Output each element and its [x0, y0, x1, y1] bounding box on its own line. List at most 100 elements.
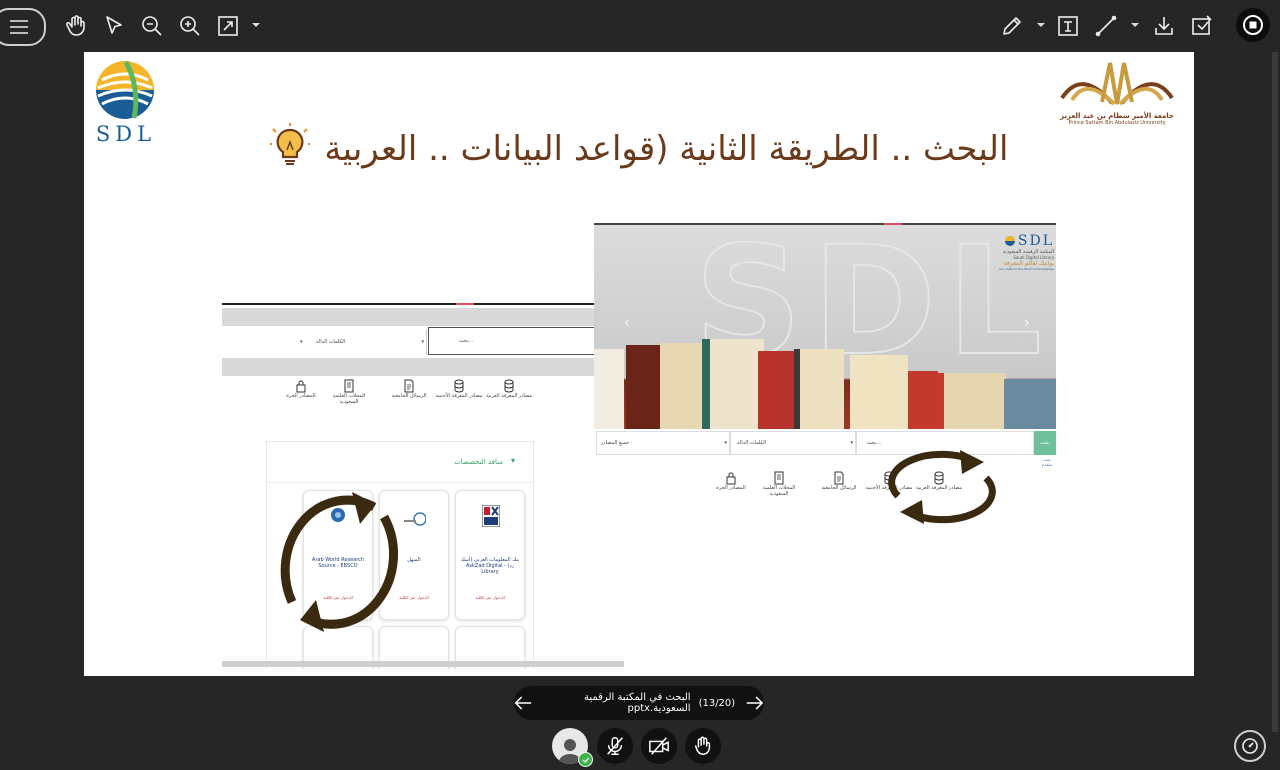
screenshot-button[interactable]	[1184, 8, 1220, 44]
microphone-off-icon	[607, 737, 623, 755]
left-horizontal-scrollbar[interactable]	[222, 661, 624, 667]
previous-slide-arrow-icon[interactable]	[514, 694, 533, 712]
left-keyword-chevron-down-icon: ▾	[421, 339, 424, 345]
pan-tool-button[interactable]	[58, 8, 94, 44]
menu-button[interactable]	[0, 8, 46, 46]
fit-options-chevron-down-icon[interactable]	[249, 18, 263, 32]
right-category-free[interactable]: المصادر الحرة	[706, 471, 756, 491]
pencil-icon	[1003, 17, 1021, 35]
stop-icon	[1243, 15, 1263, 35]
right-source-select-label: جميع المصادر	[601, 440, 630, 446]
library-tagline-en: Your Gate to the World of Knowledge	[998, 267, 1054, 271]
right-source-select[interactable]: جميع المصادر ▾	[596, 431, 730, 455]
left-keyword-select[interactable]: الكلمات الدالة ▾	[306, 329, 427, 355]
raise-hand-button[interactable]	[685, 728, 721, 764]
left-category-arabic[interactable]: مصادر المعرفة العربية	[484, 379, 534, 399]
left-category-label: الرسائل الجامعية	[391, 393, 427, 399]
vertical-scrollbar[interactable]	[1272, 52, 1278, 732]
status-indicator-button[interactable]	[1234, 730, 1266, 762]
line-icon	[1095, 15, 1117, 37]
hamburger-icon	[10, 20, 28, 34]
right-category-label: المصادر الحرة	[716, 485, 746, 491]
left-category-label: مصادر المعرفة الأجنبية	[435, 393, 483, 399]
university-name-ar: جامعة الأمير سطام بن عبد العزيز	[1060, 112, 1174, 120]
left-category-foreign[interactable]: مصادر المعرفة الأجنبية	[434, 379, 484, 399]
left-category-journals[interactable]: المجلات العلمية السعودية	[324, 379, 374, 405]
right-keyword-select[interactable]: الكلمات الدالة ▾	[730, 431, 856, 455]
download-icon	[1155, 17, 1173, 35]
journal-icon	[344, 379, 354, 393]
zoom-in-button[interactable]	[172, 8, 208, 44]
pointer-arrow-icon	[106, 16, 122, 34]
left-search-placeholder: بحث...	[458, 338, 473, 344]
line-options-chevron-down-icon[interactable]	[1128, 18, 1142, 32]
specialization-caret-icon: ▾	[510, 456, 515, 465]
text-box-icon	[1058, 16, 1078, 36]
stop-presentation-button[interactable]	[1236, 8, 1270, 42]
left-filter-chevron-down-icon: ▾	[300, 339, 303, 345]
image-edit-icon	[1192, 15, 1212, 35]
left-categories: مصادر المعرفة العربية مصادر المعرفة الأج…	[284, 379, 532, 409]
right-search-placeholder: بحث...	[866, 440, 881, 446]
raise-hand-icon	[694, 736, 711, 755]
hand-icon	[66, 15, 85, 36]
fit-screen-button[interactable]	[210, 8, 246, 44]
sdl-globe-icon	[96, 60, 154, 119]
pen-tool-button[interactable]	[994, 8, 1030, 44]
cycle-arrows-right-icon	[888, 450, 996, 524]
next-slide-arrow-icon[interactable]	[745, 694, 764, 712]
pen-options-chevron-down-icon[interactable]	[1034, 18, 1048, 32]
library-brand-sdl: SDL	[1017, 233, 1054, 249]
lock-icon	[726, 472, 736, 485]
right-source-chevron-down-icon: ▾	[724, 440, 727, 446]
line-tool-button[interactable]	[1088, 8, 1124, 44]
status-online-icon	[578, 752, 593, 767]
right-keyword-chevron-down-icon: ▾	[850, 440, 853, 446]
carousel-next-button[interactable]: ›	[1024, 315, 1030, 331]
specialization-title: منافذ التخصصات	[454, 458, 503, 466]
hero-banner: SDL ‹ › SDL المكتبة الرقمية السعودية Sau…	[594, 225, 1056, 429]
expand-icon	[218, 16, 238, 36]
left-category-label: مصادر المعرفة العربية	[485, 393, 533, 399]
database-card-askzad[interactable]: بنك المعلومات العربي (أسك زد) - AskZad D…	[455, 490, 525, 620]
slide-navigation: البحث في المكتبة الرقمية السعودية.pptx (…	[514, 686, 764, 720]
zoom-in-icon	[180, 16, 200, 36]
right-category-theses[interactable]: الرسائل الجامعية	[814, 471, 864, 491]
advanced-search-link[interactable]: بحث متقدم	[1038, 457, 1056, 467]
lightbulb-icon	[268, 123, 311, 165]
library-brand: SDL المكتبة الرقمية السعودية Saudi Digit…	[984, 233, 1054, 271]
presentation-slide: SDL جامعة الأمير سطام بن عبد العزيز Prin…	[84, 52, 1194, 676]
slide-title-text: البحث .. الطريقة الثانية (قواعد البيانات…	[324, 129, 1009, 169]
text-tool-button[interactable]	[1050, 8, 1086, 44]
right-category-journals[interactable]: المجلات العلمية السعودية	[754, 471, 804, 497]
journal-icon	[774, 471, 784, 485]
university-logo: جامعة الأمير سطام بن عبد العزيز Prince S…	[1052, 58, 1182, 132]
cycle-arrows-left-icon	[280, 492, 399, 632]
select-tool-button[interactable]	[96, 8, 132, 44]
card-title: بنك المعلومات العربي (أسك زد) - AskZad D…	[460, 557, 520, 575]
right-category-label: الرسائل الجامعية	[821, 485, 857, 491]
left-category-label: المجلات العلمية السعودية	[332, 393, 366, 405]
zoom-out-icon	[142, 16, 162, 36]
download-button[interactable]	[1146, 8, 1182, 44]
database-icon	[504, 379, 514, 393]
right-search-button[interactable]: بحث	[1034, 431, 1056, 455]
microphone-toggle-button[interactable]	[597, 728, 633, 764]
right-category-label: المجلات العلمية السعودية	[762, 485, 796, 497]
lock-icon	[296, 380, 306, 393]
right-keyword-select-label: الكلمات الدالة	[737, 440, 767, 446]
university-emblem-icon	[1060, 62, 1174, 106]
zoom-out-button[interactable]	[134, 8, 170, 44]
library-tagline-ar: بوابتك لعالم المعرفة	[1003, 260, 1054, 267]
left-keyword-select-label: الكلمات الدالة	[316, 339, 346, 345]
carousel-prev-button[interactable]: ‹	[624, 315, 630, 331]
left-category-free[interactable]: المصادر الحرة	[276, 379, 326, 399]
page-indicator: (13/20)	[698, 697, 736, 709]
camera-off-icon	[649, 737, 669, 755]
document-icon	[404, 379, 414, 393]
speedometer-icon	[1242, 738, 1258, 754]
presentation-file-name: البحث في المكتبة الرقمية السعودية.pptx	[583, 692, 691, 714]
camera-toggle-button[interactable]	[641, 728, 677, 764]
left-category-theses[interactable]: الرسائل الجامعية	[384, 379, 434, 399]
card-link[interactable]: الدخول عبر الكلية	[459, 595, 521, 600]
